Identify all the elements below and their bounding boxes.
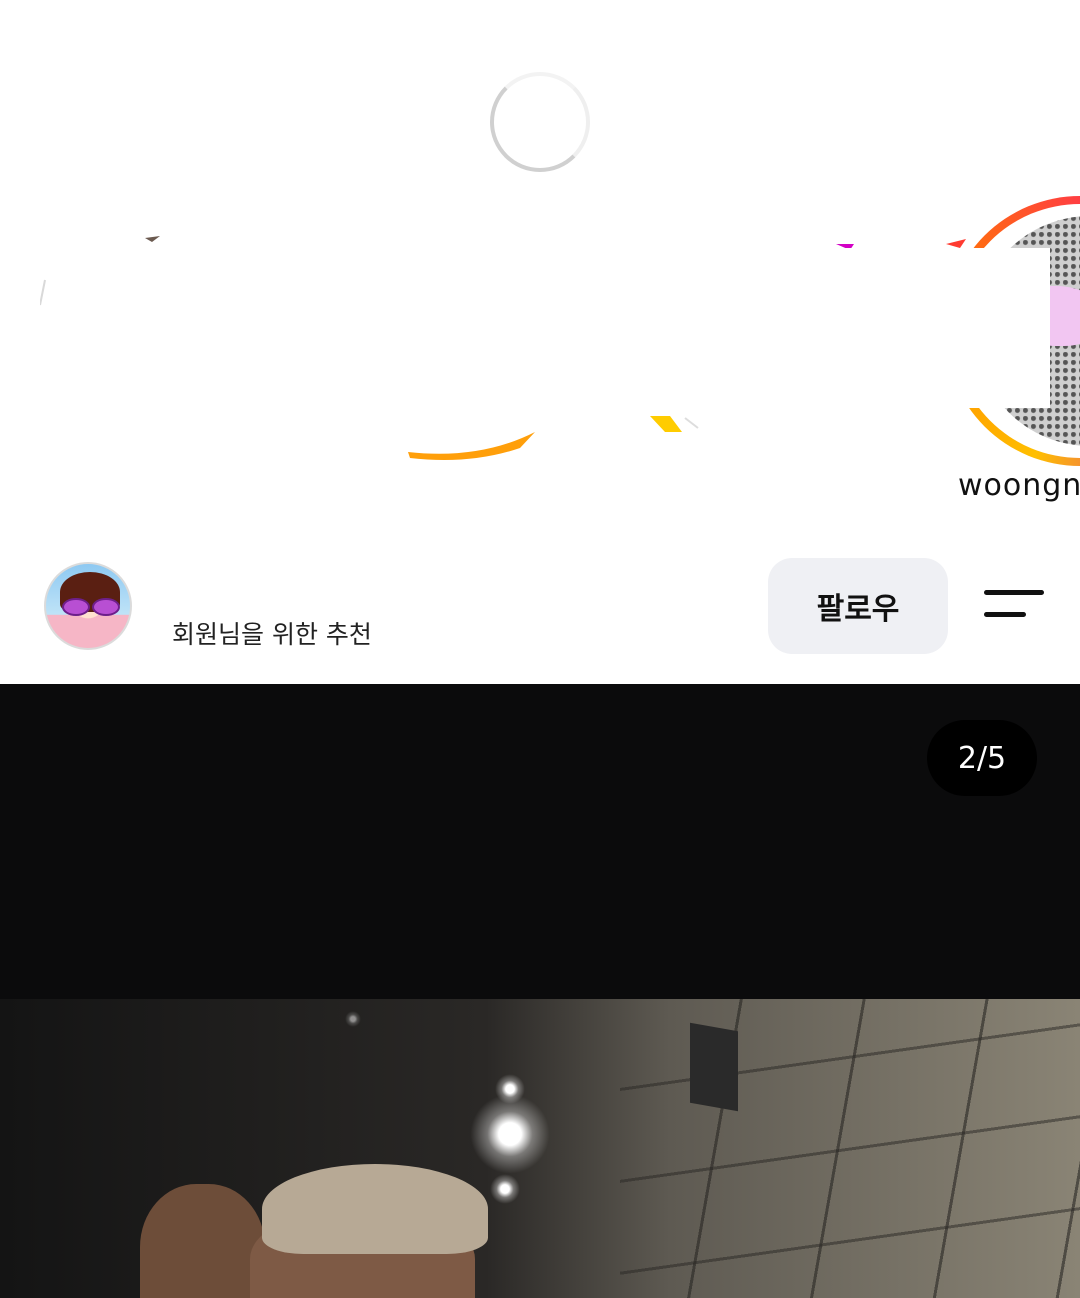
profile-avatar[interactable] bbox=[44, 562, 132, 650]
instagram-feed-screen: woongni. 회원님을 위한 추천 팔로우 2/5 bbox=[0, 0, 1080, 1298]
menu-icon[interactable] bbox=[980, 584, 1046, 624]
suggested-for-you-label: 회원님을 위한 추천 bbox=[172, 620, 372, 649]
loading-spinner-icon bbox=[490, 72, 590, 172]
unrendered-area bbox=[60, 248, 1050, 408]
post-header: 회원님을 위한 추천 팔로우 bbox=[0, 540, 1080, 684]
story-ring-fragment bbox=[408, 416, 699, 461]
post-photo bbox=[0, 999, 1080, 1298]
follow-button[interactable]: 팔로우 bbox=[768, 558, 948, 654]
story-username: woongni. bbox=[958, 468, 1080, 503]
post-media-carousel[interactable]: 2/5 bbox=[0, 684, 1080, 1298]
carousel-page-indicator: 2/5 bbox=[927, 720, 1037, 796]
